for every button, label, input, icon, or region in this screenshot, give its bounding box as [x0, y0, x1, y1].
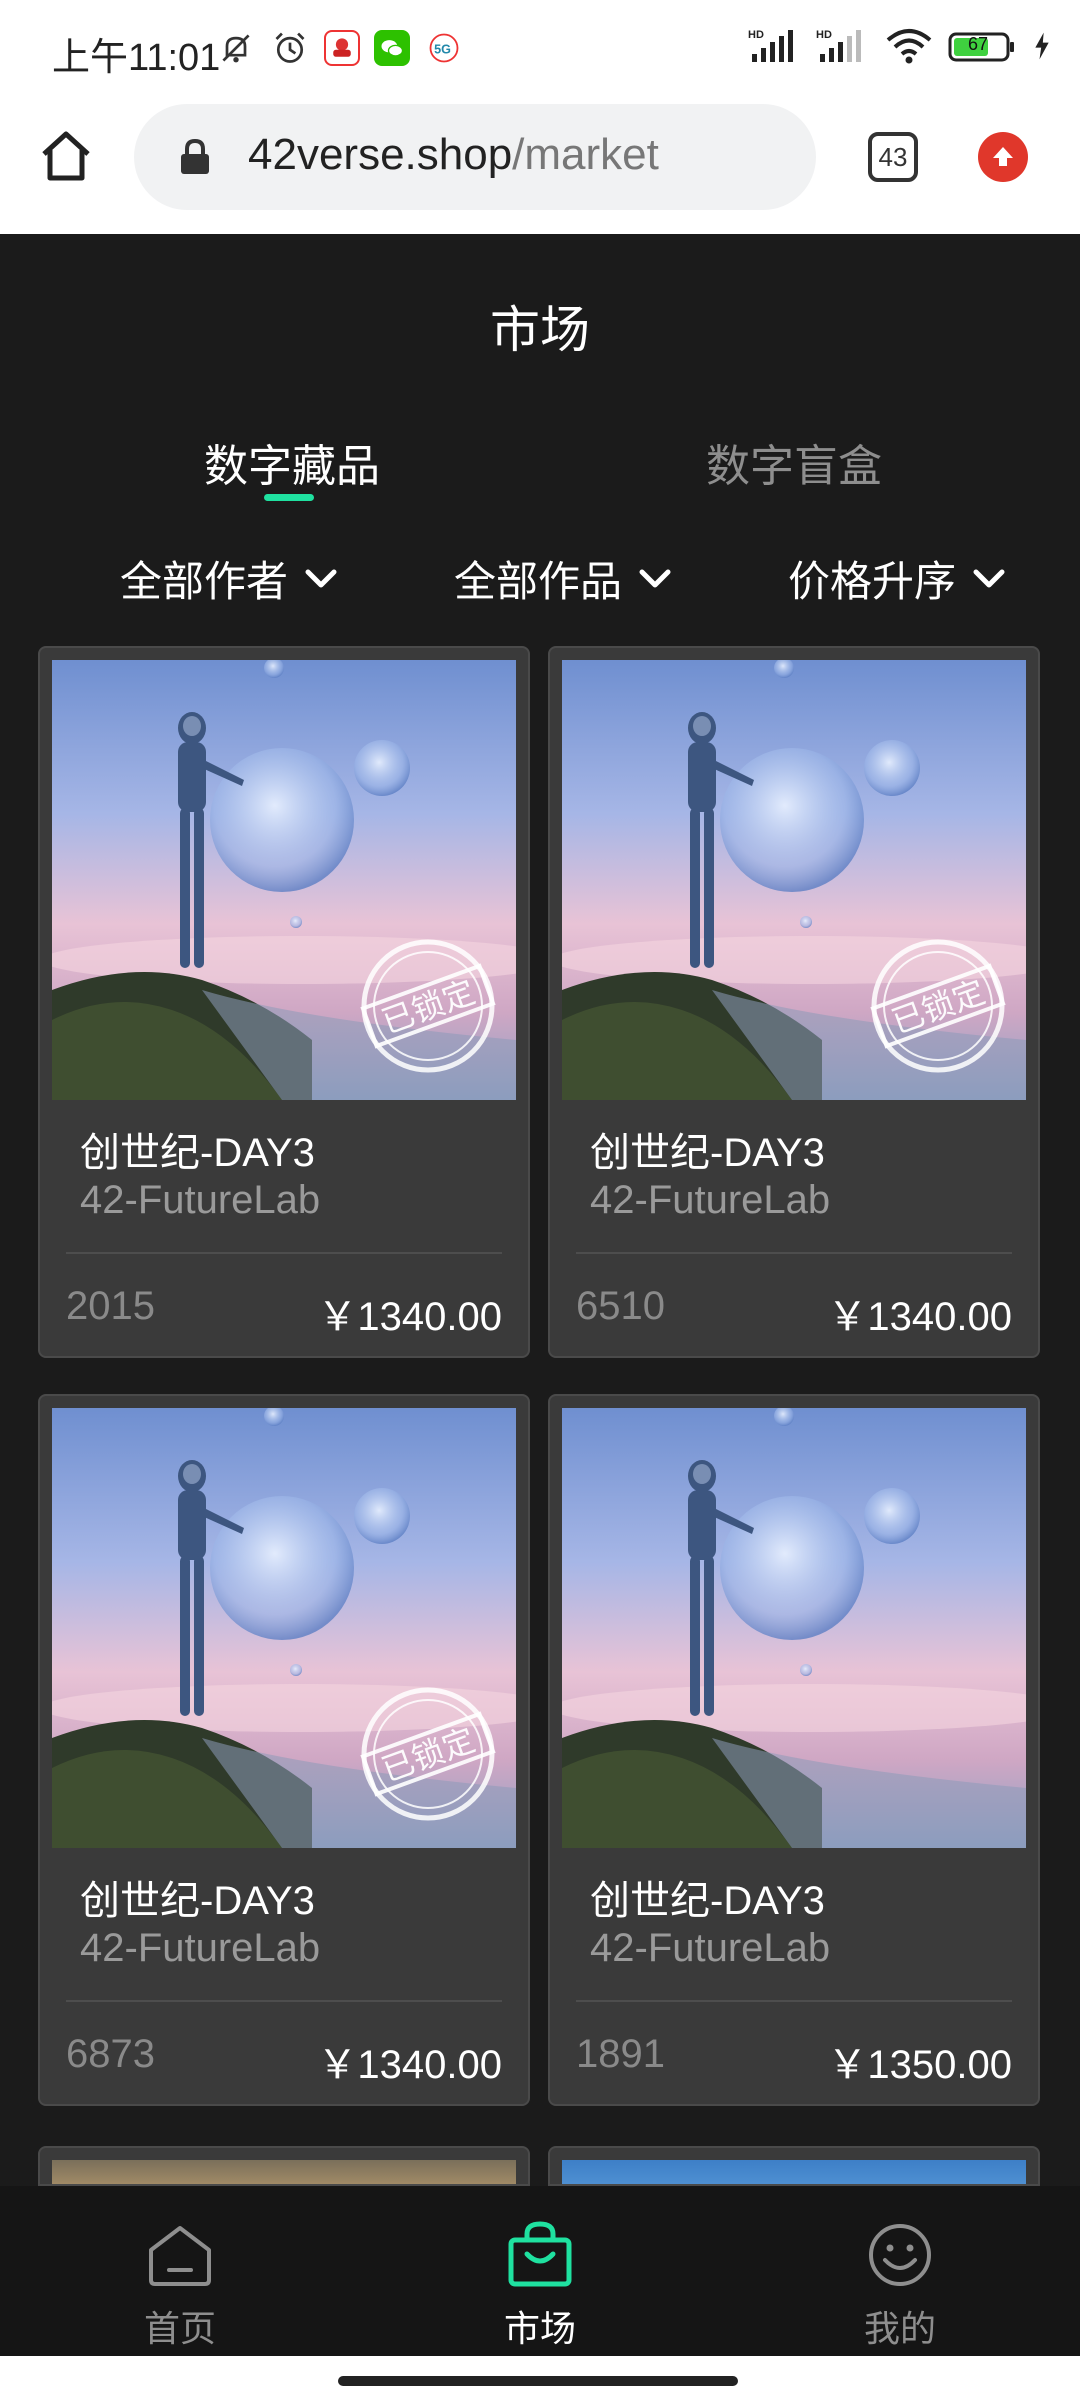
filter-sort-dropdown[interactable]: 价格升序 — [788, 548, 1008, 609]
card-serial-number: 6873 — [66, 2032, 155, 2076]
chevron-down-icon — [639, 569, 671, 587]
card-author: 42-FutureLab — [80, 1926, 321, 1970]
filter-label: 价格升序 — [788, 557, 957, 606]
browser-home-button[interactable] — [36, 126, 96, 186]
address-bar[interactable]: 42verse.shop/market — [134, 104, 816, 210]
artwork-thumbnail: 已锁定 — [562, 660, 1026, 1100]
collectible-card-partial[interactable] — [38, 2146, 530, 2186]
card-title: 创世纪-DAY3 — [590, 1879, 825, 1923]
card-author: 42-FutureLab — [590, 1178, 831, 1222]
card-divider — [576, 1252, 1012, 1254]
card-author: 42-FutureLab — [80, 1178, 321, 1222]
card-title: 创世纪-DAY3 — [80, 1879, 315, 1923]
card-divider — [66, 2000, 502, 2002]
card-divider — [576, 2000, 1012, 2002]
filter-label: 全部作品 — [454, 557, 623, 606]
tab-switcher-button[interactable]: 43 — [868, 132, 918, 182]
shopping-bag-icon — [508, 2221, 572, 2287]
status-bar: 上午11:01 5G HD HD 67 — [0, 0, 1080, 96]
wechat-icon — [374, 30, 410, 66]
lock-icon — [181, 138, 209, 174]
svg-text:5G: 5G — [434, 42, 451, 56]
filter-label: 全部作者 — [120, 557, 289, 606]
card-price: ￥1340.00 — [317, 1295, 502, 1339]
card-title: 创世纪-DAY3 — [590, 1131, 825, 1175]
collectible-card[interactable]: 已锁定 创世纪-DAY3 42-FutureLab 6873 ￥1340.00 — [38, 1394, 530, 2106]
nav-market[interactable]: 市场 — [440, 2220, 640, 2352]
artwork-thumbnail: 已锁定 — [52, 1408, 516, 1848]
card-price: ￥1350.00 — [827, 2043, 1012, 2087]
app-icon — [324, 30, 360, 66]
card-price: ￥1340.00 — [317, 2043, 502, 2087]
nav-label: 我的 — [863, 2309, 936, 2350]
nav-home[interactable]: 首页 — [80, 2220, 280, 2352]
locked-stamp: 已锁定 — [360, 1687, 496, 1821]
chevron-down-icon — [305, 569, 337, 587]
nav-label: 首页 — [143, 2309, 216, 2350]
mute-icon — [216, 28, 256, 68]
browser-toolbar: 42verse.shop/market 43 — [0, 96, 1080, 234]
gesture-area — [0, 2356, 1080, 2400]
card-divider — [66, 1252, 502, 1254]
svg-text:HD: HD — [748, 29, 764, 41]
collectible-card-partial[interactable] — [548, 2146, 1040, 2186]
url-path: /market — [512, 130, 659, 179]
alarm-icon — [270, 28, 310, 68]
collectible-card[interactable]: 已锁定 创世纪-DAY3 42-FutureLab 6510 ￥1340.00 — [548, 646, 1040, 1358]
wifi-icon — [884, 26, 934, 66]
signal-icon: HD — [748, 26, 802, 66]
home-icon — [149, 2226, 211, 2286]
nav-label: 市场 — [503, 2309, 576, 2350]
url-host: 42verse.shop — [248, 130, 513, 179]
battery-level: 67 — [968, 34, 989, 54]
battery-icon: 67 — [948, 26, 1016, 66]
card-serial-number: 6510 — [576, 1284, 665, 1328]
card-serial-number: 2015 — [66, 1284, 155, 1328]
tab-digital-blind-box[interactable]: 数字盲盒 — [706, 430, 882, 494]
svg-text:HD: HD — [816, 29, 832, 41]
card-serial-number: 1891 — [576, 2032, 665, 2076]
collectible-card[interactable]: 已锁定 创世纪-DAY3 42-FutureLab 2015 ￥1340.00 — [38, 646, 530, 1358]
card-price: ￥1340.00 — [827, 1295, 1012, 1339]
locked-stamp: 已锁定 — [870, 939, 1006, 1073]
home-gesture-bar[interactable] — [338, 2376, 738, 2386]
filter-author-dropdown[interactable]: 全部作者 — [120, 548, 340, 609]
status-time: 上午11:01 — [52, 37, 221, 79]
bottom-navigation: 首页 市场 我的 — [0, 2186, 1080, 2356]
smiley-icon — [869, 2224, 931, 2286]
collectible-card[interactable]: 创世纪-DAY3 42-FutureLab 1891 ￥1350.00 — [548, 1394, 1040, 2106]
artwork-thumbnail — [52, 2160, 516, 2184]
home-icon — [42, 131, 90, 181]
charging-icon — [1030, 26, 1054, 66]
tab-count: 43 — [878, 141, 908, 172]
artwork-thumbnail: 已锁定 — [52, 660, 516, 1100]
update-button[interactable] — [978, 132, 1028, 182]
signal-icon: HD — [816, 26, 870, 66]
chevron-down-icon — [973, 569, 1005, 587]
arrow-up-icon — [993, 147, 1013, 166]
artwork-thumbnail — [562, 2160, 1026, 2184]
5g-icon: 5G — [424, 28, 464, 68]
page-title: 市场 — [490, 301, 590, 359]
card-author: 42-FutureLab — [590, 1926, 831, 1970]
artwork-thumbnail — [562, 1408, 1026, 1848]
tab-digital-collectibles[interactable]: 数字藏品 — [204, 430, 380, 494]
locked-stamp: 已锁定 — [360, 939, 496, 1073]
active-tab-indicator — [264, 494, 314, 501]
url-text: 42verse.shop/market — [248, 130, 659, 180]
nav-me[interactable]: 我的 — [800, 2220, 1000, 2352]
card-title: 创世纪-DAY3 — [80, 1131, 315, 1175]
filter-work-dropdown[interactable]: 全部作品 — [454, 548, 674, 609]
